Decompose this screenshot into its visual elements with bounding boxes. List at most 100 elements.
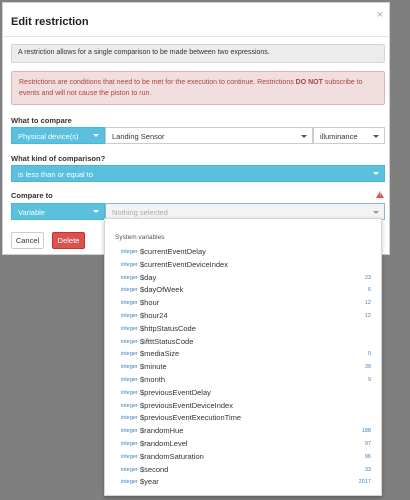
- variable-value: 0: [367, 351, 371, 358]
- variable-type: integer: [121, 313, 138, 319]
- list-item[interactable]: integer $currentEventDelay: [105, 247, 381, 259]
- dialog-title: Edit restriction: [11, 16, 89, 28]
- cancel-button[interactable]: Cancel: [11, 232, 44, 249]
- variable-type: integer: [121, 261, 138, 268]
- variable-type: integer: [121, 274, 138, 281]
- device-select[interactable]: Landing Sensor: [105, 127, 313, 144]
- list-item[interactable]: integer $previousEventExecutionTime: [105, 413, 381, 425]
- variable-value: 96: [364, 453, 371, 460]
- variable-name: $second: [140, 464, 169, 474]
- delete-button[interactable]: Delete: [52, 232, 85, 249]
- variable-value: 9: [367, 377, 371, 383]
- comparison-dropdown-value: is less than or equal to: [18, 170, 94, 179]
- variable-name: $minute: [140, 362, 167, 372]
- variable-type: integer: [121, 441, 138, 447]
- list-item[interactable]: integer $minute 39: [105, 362, 381, 374]
- variable-value: 33: [364, 466, 371, 473]
- variable-type: integer: [121, 479, 138, 486]
- variable-value: 39: [364, 364, 371, 371]
- variable-type: integer: [121, 364, 138, 371]
- variable-type: integer: [121, 287, 138, 294]
- chevron-down-icon: [373, 172, 379, 175]
- chevron-down-icon: [93, 134, 99, 137]
- variable-name: $hour24: [140, 311, 168, 320]
- compare-to-label: Compare to: [11, 191, 53, 200]
- dialog-header: Edit restriction ×: [3, 3, 389, 37]
- list-item[interactable]: integer $previousEventDelay: [105, 388, 381, 400]
- variable-name: $iftttStatusCode: [140, 336, 194, 346]
- variable-type: integer: [121, 325, 138, 332]
- variable-name: $previousEventDelay: [140, 387, 211, 397]
- source-dropdown-label: Physical device(s): [18, 132, 79, 141]
- variable-name: $randomSaturation: [140, 451, 204, 461]
- list-item[interactable]: integer $month 9: [105, 375, 381, 387]
- attribute-select[interactable]: illuminance: [313, 127, 385, 144]
- dropdown-header: System variables: [115, 234, 165, 241]
- variable-value: 12: [364, 313, 371, 319]
- variable-name: $randomLevel: [140, 439, 188, 448]
- variable-name: $randomHue: [140, 426, 184, 436]
- list-item[interactable]: integer $iftttStatusCode: [105, 337, 381, 349]
- info-text: A restriction allows for a single compar…: [11, 44, 385, 63]
- comparison-label: What kind of comparison?: [11, 154, 106, 163]
- variable-type: integer: [121, 338, 138, 345]
- variable-name: $currentEventDeviceIndex: [140, 259, 228, 269]
- list-item[interactable]: integer $randomLevel 97: [105, 439, 381, 451]
- compare-to-source-label: Variable: [18, 208, 45, 217]
- list-item[interactable]: integer $second 33: [105, 465, 381, 477]
- variable-name: $httpStatusCode: [140, 323, 196, 333]
- variable-name: $previousEventDeviceIndex: [140, 400, 233, 410]
- variable-type: integer: [121, 351, 138, 358]
- chevron-down-icon: [373, 211, 379, 214]
- attribute-select-value: illuminance: [320, 132, 358, 141]
- what-to-compare-label: What to compare: [11, 116, 72, 125]
- variable-type: integer: [121, 428, 138, 435]
- chevron-down-icon: [373, 135, 379, 138]
- comparison-dropdown[interactable]: is less than or equal to: [11, 165, 385, 182]
- variable-value: 6: [367, 287, 371, 294]
- variable-name: $month: [140, 375, 166, 384]
- list-item[interactable]: integer $randomSaturation 96: [105, 452, 381, 464]
- variable-name: $currentEventDelay: [140, 247, 206, 256]
- list-item[interactable]: integer $day 23: [105, 273, 381, 285]
- variable-name: $day: [140, 272, 157, 282]
- chevron-down-icon: [301, 135, 307, 138]
- variable-value: 12: [364, 300, 371, 307]
- list-item[interactable]: integer $year 2017: [105, 477, 381, 489]
- chevron-down-icon: [93, 210, 99, 213]
- variable-type: integer: [121, 402, 138, 409]
- variable-name: $year: [140, 477, 159, 487]
- source-dropdown[interactable]: Physical device(s): [11, 127, 105, 144]
- variable-select-placeholder: Nothing selected: [112, 208, 168, 217]
- variable-value: 2017: [358, 479, 371, 486]
- list-item[interactable]: integer $previousEventDeviceIndex: [105, 401, 381, 413]
- restriction-alert: Restrictions are conditions that need to…: [11, 71, 385, 105]
- list-item[interactable]: integer $dayOfWeek 6: [105, 285, 381, 297]
- compare-to-source-dropdown[interactable]: Variable: [11, 203, 105, 220]
- alert-text-bold: DO NOT: [295, 79, 323, 86]
- variable-type: integer: [121, 300, 138, 307]
- variable-name: $hour: [140, 298, 160, 308]
- variable-type: integer: [121, 466, 138, 473]
- variable-name: $previousEventExecutionTime: [140, 413, 242, 423]
- close-icon[interactable]: ×: [377, 9, 383, 21]
- variable-type: integer: [121, 249, 138, 255]
- variable-dropdown-menu: System variables integer $currentEventDel…: [104, 218, 382, 496]
- list-item[interactable]: integer $randomHue 188: [105, 426, 381, 438]
- variable-name: $mediaSize: [140, 349, 180, 359]
- list-item[interactable]: integer $hour24 12: [105, 311, 381, 323]
- variable-value: 23: [364, 274, 371, 281]
- variable-type: integer: [121, 415, 138, 422]
- alert-text-part1: Restrictions are conditions that need to…: [19, 79, 296, 86]
- list-item[interactable]: integer $mediaSize 0: [105, 349, 381, 361]
- list-item[interactable]: integer $hour 12: [105, 298, 381, 310]
- list-item[interactable]: integer $currentEventDeviceIndex: [105, 260, 381, 272]
- variable-name: $dayOfWeek: [140, 285, 184, 295]
- variable-type: integer: [121, 377, 138, 383]
- variable-value: 188: [361, 428, 371, 435]
- list-item[interactable]: integer $httpStatusCode: [105, 324, 381, 336]
- variable-type: integer: [121, 453, 138, 460]
- variable-type: integer: [121, 389, 138, 396]
- device-select-value: Landing Sensor: [112, 132, 165, 141]
- variable-value: 97: [364, 441, 371, 447]
